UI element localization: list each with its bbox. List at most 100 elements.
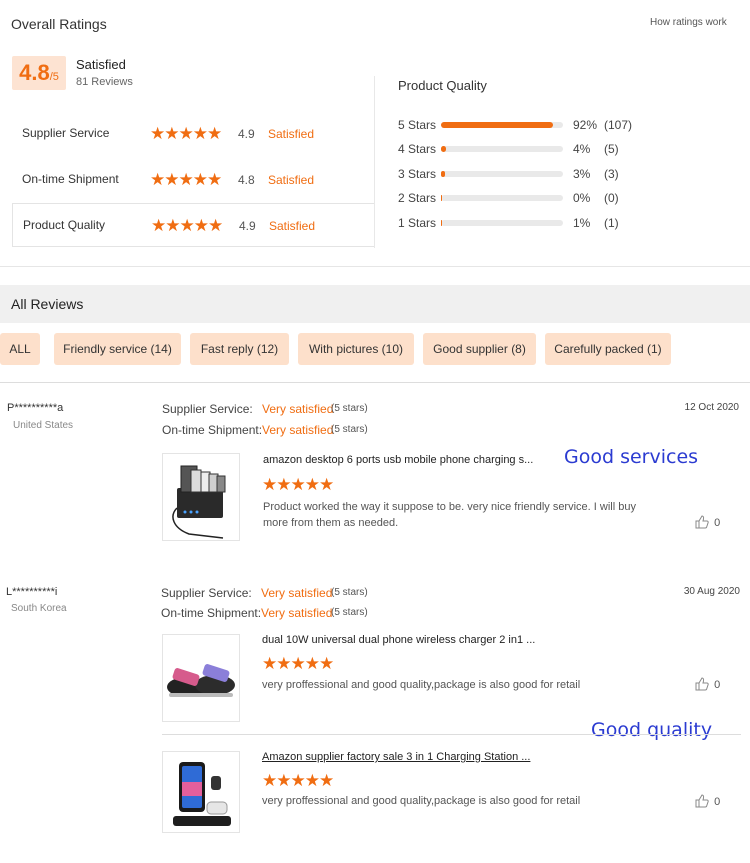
- filter-chip-friendly-service[interactable]: Friendly service (14): [54, 333, 181, 365]
- reviews-divider: [0, 382, 750, 383]
- supplier-service-value: Very satisfied: [262, 402, 334, 416]
- distribution-bar-fill: [441, 220, 443, 226]
- metric-word: Satisfied: [269, 219, 316, 233]
- distribution-row-5: 5 Stars 92% (107): [398, 117, 648, 133]
- metric-word: Satisfied: [268, 173, 315, 187]
- review-text: very proffessional and good quality,pack…: [262, 795, 581, 807]
- like-button[interactable]: 0: [695, 794, 720, 811]
- metric-label: Supplier Service: [22, 126, 110, 140]
- charging-stand-image-icon: [173, 762, 231, 826]
- supplier-service-value: Very satisfied: [261, 586, 333, 600]
- filter-chip-good-supplier[interactable]: Good supplier (8): [423, 333, 536, 365]
- all-reviews-title: All Reviews: [11, 296, 84, 312]
- distribution-bar: [441, 122, 563, 128]
- overall-score-badge: 4.8/5: [12, 56, 66, 90]
- supplier-service-label: Supplier Service:: [162, 402, 253, 416]
- distribution-count: (107): [604, 118, 633, 132]
- distribution-bar: [441, 195, 563, 201]
- metric-on-time-shipment[interactable]: On-time Shipment ★★★★★ 4.8 Satisfied: [12, 158, 374, 202]
- distribution-row-2: 2 Stars 0% (0): [398, 190, 648, 206]
- all-reviews-header: All Reviews: [0, 285, 750, 323]
- review-text: very proffessional and good quality,pack…: [262, 679, 581, 691]
- distribution-row-1: 1 Stars 1% (1): [398, 215, 648, 231]
- supplier-service-stars: (5 stars): [331, 403, 368, 414]
- product-thumbnail[interactable]: [162, 634, 240, 722]
- filter-chip-all[interactable]: ALL: [0, 333, 40, 365]
- review-text: Product worked the way it suppose to be.…: [263, 501, 636, 529]
- product-quality-title: Product Quality: [398, 78, 487, 93]
- overall-score-max: /5: [49, 71, 59, 83]
- metric-supplier-service[interactable]: Supplier Service ★★★★★ 4.9 Satisfied: [12, 112, 374, 156]
- product-title-link[interactable]: Amazon supplier factory sale 3 in 1 Char…: [262, 751, 530, 763]
- like-button[interactable]: 0: [695, 677, 720, 694]
- thumbs-up-icon: [695, 515, 712, 532]
- distribution-bar-fill: [441, 146, 446, 152]
- shipment-value: Very satisfied: [261, 606, 333, 620]
- star-rating-icon: ★★★★★: [262, 475, 334, 494]
- star-rating-icon: ★★★★★: [150, 170, 222, 189]
- distribution-percent: 3%: [573, 167, 591, 181]
- shipment-stars: (5 stars): [331, 424, 368, 435]
- distribution-bar-fill: [441, 195, 443, 201]
- thumbs-up-icon: [695, 794, 712, 811]
- distribution-label: 1 Stars: [398, 216, 437, 230]
- supplier-service-stars: (5 stars): [331, 587, 368, 598]
- supplier-service-label: Supplier Service:: [161, 586, 252, 600]
- annotation-good-quality: Good quality: [591, 719, 713, 741]
- wireless-charger-image-icon: [167, 664, 235, 697]
- filter-chip-with-pictures[interactable]: With pictures (10): [298, 333, 414, 365]
- metric-value: 4.9: [238, 127, 255, 141]
- metric-value: 4.9: [239, 219, 256, 233]
- product-thumbnail[interactable]: [162, 453, 240, 541]
- shipment-value: Very satisfied: [262, 423, 334, 437]
- star-rating-icon: ★★★★★: [150, 124, 222, 143]
- distribution-percent: 1%: [573, 216, 591, 230]
- metric-value: 4.8: [238, 173, 255, 187]
- section-divider: [0, 266, 750, 267]
- reviewer-country: United States: [13, 420, 74, 431]
- panel-divider: [374, 76, 375, 248]
- review-date: 30 Aug 2020: [683, 586, 740, 597]
- product-title-link[interactable]: dual 10W universal dual phone wireless c…: [262, 634, 535, 646]
- product-divider: [162, 734, 741, 735]
- distribution-label: 2 Stars: [398, 191, 437, 205]
- distribution-bar: [441, 220, 563, 226]
- reviewer-name: P**********a: [7, 402, 64, 414]
- like-count: 0: [714, 796, 721, 808]
- distribution-row-4: 4 Stars 4% (5): [398, 141, 648, 157]
- metric-word: Satisfied: [268, 127, 315, 141]
- metric-label: Product Quality: [23, 218, 106, 232]
- shipment-stars: (5 stars): [331, 607, 368, 618]
- reviewer-name: L**********i: [6, 586, 58, 598]
- distribution-count: (3): [604, 167, 619, 181]
- charging-station-image-icon: [172, 465, 226, 539]
- star-rating-icon: ★★★★★: [151, 216, 223, 235]
- distribution-percent: 0%: [573, 191, 591, 205]
- distribution-count: (1): [604, 216, 619, 230]
- annotation-good-services: Good services: [564, 446, 699, 468]
- distribution-count: (5): [604, 142, 619, 156]
- filter-chip-fast-reply[interactable]: Fast reply (12): [190, 333, 289, 365]
- like-count: 0: [714, 517, 721, 529]
- distribution-bar: [441, 171, 563, 177]
- review-date: 12 Oct 2020: [684, 402, 739, 413]
- distribution-percent: 4%: [573, 142, 591, 156]
- product-thumbnail[interactable]: [162, 751, 240, 833]
- star-rating-icon: ★★★★★: [262, 654, 334, 673]
- overall-score: 4.8: [19, 60, 50, 85]
- metric-label: On-time Shipment: [22, 172, 119, 186]
- distribution-count: (0): [604, 191, 619, 205]
- product-title-link[interactable]: amazon desktop 6 ports usb mobile phone …: [263, 454, 533, 466]
- metric-product-quality[interactable]: Product Quality ★★★★★ 4.9 Satisfied: [12, 203, 374, 247]
- distribution-label: 4 Stars: [398, 142, 437, 156]
- overall-review-count: 81 Reviews: [76, 76, 133, 88]
- shipment-label: On-time Shipment:: [162, 423, 263, 437]
- distribution-label: 3 Stars: [398, 167, 437, 181]
- distribution-bar-fill: [441, 171, 445, 177]
- overall-ratings-title: Overall Ratings: [11, 16, 107, 32]
- overall-satisfaction: Satisfied: [76, 57, 126, 72]
- filter-chip-carefully-packed[interactable]: Carefully packed (1): [545, 333, 671, 365]
- how-ratings-work-link[interactable]: How ratings work: [650, 17, 727, 28]
- reviewer-country: South Korea: [11, 603, 67, 614]
- like-button[interactable]: 0: [695, 515, 720, 532]
